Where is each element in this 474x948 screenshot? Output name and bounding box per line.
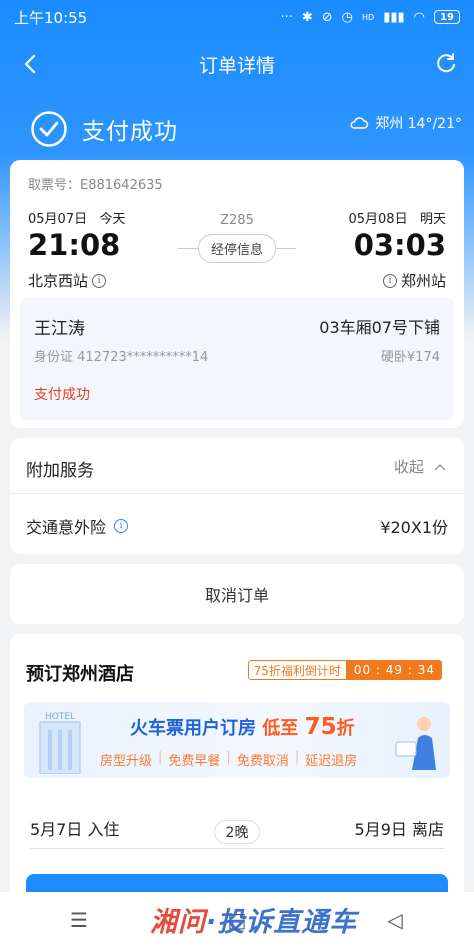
passenger-id: 身份证 412723**********14 bbox=[34, 350, 209, 365]
banner-headline-suffix: 低至 bbox=[262, 718, 299, 739]
perk-item: 延迟退房 bbox=[305, 754, 358, 769]
cloud-icon bbox=[350, 117, 369, 129]
banner-discount-unit: 折 bbox=[336, 718, 355, 739]
cancel-order-button[interactable]: 取消订单 bbox=[10, 564, 464, 624]
insurance-value: ¥20X1份 bbox=[380, 518, 448, 537]
collapse-label: 收起 bbox=[393, 458, 424, 476]
watermark: 湘问·投诉直通车 bbox=[150, 900, 357, 939]
hotel-title: 预订郑州酒店 bbox=[26, 664, 134, 685]
arrival-time: 03:03 bbox=[353, 228, 446, 262]
battery-icon: 19 bbox=[434, 10, 460, 24]
traveler-illustration bbox=[395, 717, 436, 770]
watermark-part2: ·投诉直通车 bbox=[206, 907, 358, 938]
info-icon[interactable]: i bbox=[92, 273, 107, 288]
extra-services-title: 附加服务 bbox=[26, 461, 94, 481]
check-circle-icon bbox=[31, 111, 67, 147]
ticket-price: 硬卧¥174 bbox=[380, 350, 440, 365]
payment-status-text: 支付成功 bbox=[82, 119, 178, 145]
passenger-payment-status: 支付成功 bbox=[34, 387, 90, 403]
checkout-date[interactable]: 5月9日 离店 bbox=[355, 816, 444, 840]
nav-bar: 订单详情 bbox=[0, 42, 474, 86]
banner-discount: 75 bbox=[304, 714, 337, 740]
banner-headline: 火车票用户订房 低至 75折 bbox=[130, 714, 355, 740]
alarm-icon: ◷ bbox=[341, 9, 353, 25]
insurance-label: 交通意外险 bbox=[26, 518, 107, 537]
back-key[interactable]: ◁ bbox=[375, 905, 415, 935]
passenger-panel: 王江涛 03车厢07号下铺 身份证 412723**********14 硬卧¥… bbox=[20, 298, 454, 420]
page-title: 订单详情 bbox=[198, 54, 275, 77]
banner-perks: 房型升级 | 免费早餐 | 免费取消 | 延迟退房 bbox=[100, 750, 358, 769]
departure-station[interactable]: 北京西站 i bbox=[28, 270, 107, 291]
hotel-promo-banner[interactable]: HOTEL 火车票用户订房 低至 75折 房型升级 | 免费早餐 | 免费取消 | 延… bbox=[24, 702, 450, 778]
date-divider bbox=[30, 848, 444, 849]
stops-line-left bbox=[177, 248, 198, 249]
insurance-row: 交通意外险 i bbox=[26, 514, 129, 538]
watermark-part1: 湘问 bbox=[150, 907, 206, 938]
bluetooth-icon: ✱ bbox=[301, 9, 313, 25]
departure-station-name: 北京西站 bbox=[28, 272, 89, 290]
stops-info-button[interactable]: 经停信息 bbox=[197, 234, 276, 263]
collapse-button[interactable]: 收起 bbox=[394, 456, 446, 477]
status-icons: ··· ✱ ⊘ ◷ HD ▮▮▮ ◠ 19 bbox=[280, 10, 460, 25]
mute-icon: ⊘ bbox=[321, 9, 333, 25]
perk-item: 房型升级 bbox=[100, 754, 153, 769]
arrival-station[interactable]: i 郑州站 bbox=[382, 270, 446, 291]
status-bar: 上午10:55 ··· ✱ ⊘ ◷ HD ▮▮▮ ◠ 19 bbox=[0, 0, 474, 34]
checkin-date[interactable]: 5月7日 入住 bbox=[30, 816, 119, 840]
hotel-building-icon: HOTEL bbox=[39, 712, 81, 774]
countdown-label: 75折福利倒计时 bbox=[247, 660, 347, 680]
discount-countdown: 75折福利倒计时 00 : 49 : 34 bbox=[247, 660, 442, 680]
nights-badge: 2晚 bbox=[214, 820, 260, 844]
hd-label: HD bbox=[362, 12, 375, 22]
perk-item: 免费取消 bbox=[236, 754, 289, 769]
hotel-sign: HOTEL bbox=[45, 712, 75, 722]
stops-line-right bbox=[276, 248, 296, 249]
passenger-name: 王江涛 bbox=[34, 319, 85, 339]
hotel-card: 预订郑州酒店 75折福利倒计时 00 : 49 : 34 HOTEL 火车票用户… bbox=[10, 634, 464, 934]
payment-status: 支付成功 bbox=[30, 108, 178, 150]
signal-icon: ▮▮▮ bbox=[383, 9, 405, 25]
info-icon[interactable]: i bbox=[114, 519, 129, 533]
extra-services-card: 附加服务 收起 交通意外险 i ¥20X1份 bbox=[10, 438, 464, 554]
wifi-icon: ◠ bbox=[413, 9, 425, 25]
notification-dots-icon: ··· bbox=[280, 9, 293, 25]
weather-text: 郑州 14°/21° bbox=[375, 116, 462, 132]
back-arrow-icon[interactable] bbox=[16, 50, 44, 78]
train-number: Z285 bbox=[220, 213, 254, 228]
chevron-up-icon bbox=[434, 463, 446, 471]
banner-headline-text: 火车票用户订房 bbox=[130, 718, 256, 739]
ticket-number: 取票号：E881642635 bbox=[28, 178, 163, 193]
perk-item: 免费早餐 bbox=[168, 754, 221, 769]
countdown-time: 00 : 49 : 34 bbox=[346, 660, 442, 680]
divider bbox=[10, 493, 464, 494]
seat-info: 03车厢07号下铺 bbox=[319, 318, 440, 337]
departure-time: 21:08 bbox=[28, 228, 121, 262]
arrival-station-name: 郑州站 bbox=[400, 272, 446, 290]
weather[interactable]: 郑州 14°/21° bbox=[349, 113, 462, 133]
info-icon[interactable]: i bbox=[382, 273, 397, 288]
menu-key[interactable]: ☰ bbox=[59, 905, 99, 935]
refresh-icon[interactable] bbox=[432, 50, 460, 78]
ticket-card: 取票号：E881642635 05月07日 今天 05月08日 明天 Z285 … bbox=[10, 160, 464, 428]
status-time: 上午10:55 bbox=[14, 8, 88, 27]
cancel-order-label: 取消订单 bbox=[204, 586, 269, 605]
